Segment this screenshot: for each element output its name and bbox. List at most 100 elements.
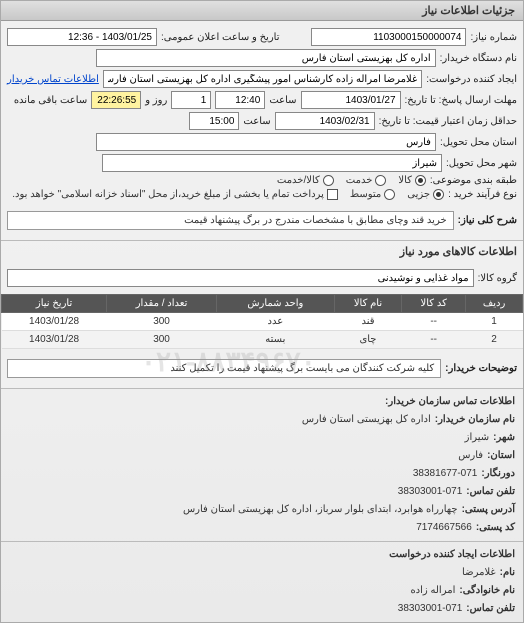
ci-phone-value: 38303001-071: [398, 483, 463, 501]
radio-gs-dot: [323, 175, 334, 186]
radio-small-label: جزیی: [407, 189, 430, 200]
deadline-day-input[interactable]: [171, 91, 211, 109]
deadline-label: مهلت ارسال پاسخ: تا تاریخ:: [405, 95, 517, 106]
ci-phone-label: تلفن تماس:: [466, 483, 515, 501]
purchase-type-label: نوع فرآیند خرید :: [448, 189, 517, 200]
buyer-input[interactable]: [96, 49, 436, 67]
goods-table: ردیف کد کالا نام کالا واحد شمارش تعداد /…: [1, 294, 523, 349]
org-value: اداره کل بهزیستی استان فارس: [302, 411, 431, 429]
cell-unit: عدد: [216, 313, 334, 331]
checkbox-treasury-box: [327, 189, 338, 200]
city-input[interactable]: [102, 154, 442, 172]
buyer-notes-label: توضیحات خریدار:: [445, 363, 517, 374]
general-desc-box: خرید قند وچای مطابق با مشخصات مندرج در ب…: [7, 211, 454, 230]
cr-family-label: نام خانوادگی:: [459, 582, 515, 600]
goods-info-title: اطلاعات کالاهای مورد نیاز: [1, 240, 523, 262]
cell-unit: بسته: [216, 331, 334, 349]
th-unit: واحد شمارش: [216, 295, 334, 313]
th-qty: تعداد / مقدار: [107, 295, 217, 313]
postal-value: 7174667566: [416, 519, 472, 537]
cell-row: 1: [466, 313, 523, 331]
cr-phone-label: تلفن تماس:: [466, 600, 515, 618]
announce-label: تاریخ و ساعت اعلان عمومی:: [161, 32, 280, 43]
address-value: چهارراه هوابرد، ابتدای بلوار سرباز، ادار…: [183, 501, 458, 519]
radio-service-dot: [375, 175, 386, 186]
address-label: آدرس پستی:: [462, 501, 515, 519]
cell-date: 1403/01/28: [2, 313, 107, 331]
delivery-label: حداقل زمان اعتبار قیمت: تا تاریخ:: [379, 116, 517, 127]
goods-group-input[interactable]: [7, 269, 474, 287]
cell-row: 2: [466, 331, 523, 349]
category-radio-group: کالا خدمت کالا/خدمت: [277, 175, 426, 186]
cr-phone-value: 38303001-071: [398, 600, 463, 618]
cell-qty: 300: [107, 331, 217, 349]
deadline-time-input[interactable]: [215, 91, 265, 109]
table-container: ردیف کد کالا نام کالا واحد شمارش تعداد /…: [1, 294, 523, 349]
cell-qty: 300: [107, 313, 217, 331]
contact-link[interactable]: اطلاعات تماس خریدار: [7, 74, 99, 85]
cr-family-value: امراله زاده: [410, 582, 455, 600]
radio-gs-label: کالا/خدمت: [277, 175, 320, 186]
ci-province-value: فارس: [458, 447, 483, 465]
province-input[interactable]: [96, 133, 436, 151]
remaining-time-input: [91, 91, 141, 109]
cell-code: --: [402, 331, 466, 349]
postal-label: کد پستی:: [476, 519, 515, 537]
purchase-type-group: جزیی متوسط پرداخت تمام یا بخشی از مبلغ خ…: [12, 189, 444, 200]
cr-name-label: نام:: [500, 564, 515, 582]
panel-header: جزئیات اطلاعات نیاز: [1, 1, 523, 21]
buyer-notes-box: کلیه شرکت کنندگان می بایست برگ پیشنهاد ق…: [7, 359, 441, 378]
radio-medium[interactable]: متوسط: [350, 189, 395, 200]
creator-info-title: اطلاعات ایجاد کننده درخواست: [9, 546, 515, 564]
cell-name: چای: [334, 331, 402, 349]
fax-value: 38381677-071: [413, 465, 478, 483]
contact-info-title: اطلاعات تماس سازمان خریدار:: [9, 393, 515, 411]
delivery-time-label: ساعت: [243, 116, 270, 127]
panel-title: جزئیات اطلاعات نیاز: [422, 5, 515, 17]
radio-goods[interactable]: کالا: [398, 175, 426, 186]
th-code: کد کالا: [402, 295, 466, 313]
ci-city-label: شهر:: [493, 429, 515, 447]
radio-medium-dot: [384, 189, 395, 200]
city-label: شهر محل تحویل:: [446, 158, 517, 169]
cell-date: 1403/01/28: [2, 331, 107, 349]
buyer-label: نام دستگاه خریدار:: [440, 53, 517, 64]
org-label: نام سازمان خریدار:: [435, 411, 515, 429]
cell-name: قند: [334, 313, 402, 331]
deadline-date-input[interactable]: [301, 91, 401, 109]
announce-input[interactable]: [7, 28, 157, 46]
checkbox-treasury[interactable]: پرداخت تمام یا بخشی از مبلغ خرید،از محل …: [12, 189, 338, 200]
cr-name-value: غلامرضا: [462, 564, 496, 582]
province-label: استان محل تحویل:: [440, 137, 517, 148]
request-number-label: شماره نیاز:: [470, 32, 517, 43]
radio-goods-label: کالا: [398, 175, 412, 186]
remaining-label: ساعت باقی مانده: [14, 95, 87, 106]
request-number-input[interactable]: [311, 28, 466, 46]
radio-service[interactable]: خدمت: [346, 175, 387, 186]
ci-city-value: شیراز: [465, 429, 490, 447]
radio-small[interactable]: جزیی: [407, 189, 444, 200]
radio-goods-dot: [415, 175, 426, 186]
category-label: طبقه بندی موضوعی:: [430, 175, 517, 186]
delivery-time-input[interactable]: [189, 112, 239, 130]
ci-province-label: استان:: [487, 447, 515, 465]
form-section: شماره نیاز: تاریخ و ساعت اعلان عمومی: نا…: [1, 21, 523, 240]
delivery-date-input[interactable]: [275, 112, 375, 130]
th-row: ردیف: [466, 295, 523, 313]
radio-goods-service[interactable]: کالا/خدمت: [277, 175, 334, 186]
creator-label: ایجاد کننده درخواست:: [426, 74, 517, 85]
creator-input[interactable]: [103, 70, 422, 88]
table-row: 2 -- چای بسته 300 1403/01/28: [2, 331, 523, 349]
th-name: نام کالا: [334, 295, 402, 313]
th-date: تاریخ نیاز: [2, 295, 107, 313]
general-desc-label: شرح کلی نیاز:: [458, 215, 517, 226]
radio-small-dot: [433, 189, 444, 200]
goods-group-label: گروه کالا:: [478, 273, 517, 284]
main-panel: جزئیات اطلاعات نیاز شماره نیاز: تاریخ و …: [0, 0, 524, 623]
radio-service-label: خدمت: [346, 175, 373, 186]
fax-label: دورنگار:: [481, 465, 515, 483]
deadline-time-label: ساعت: [269, 95, 296, 106]
table-row: 1 -- قند عدد 300 1403/01/28: [2, 313, 523, 331]
cell-code: --: [402, 313, 466, 331]
deadline-day-label: روز و: [145, 95, 167, 106]
